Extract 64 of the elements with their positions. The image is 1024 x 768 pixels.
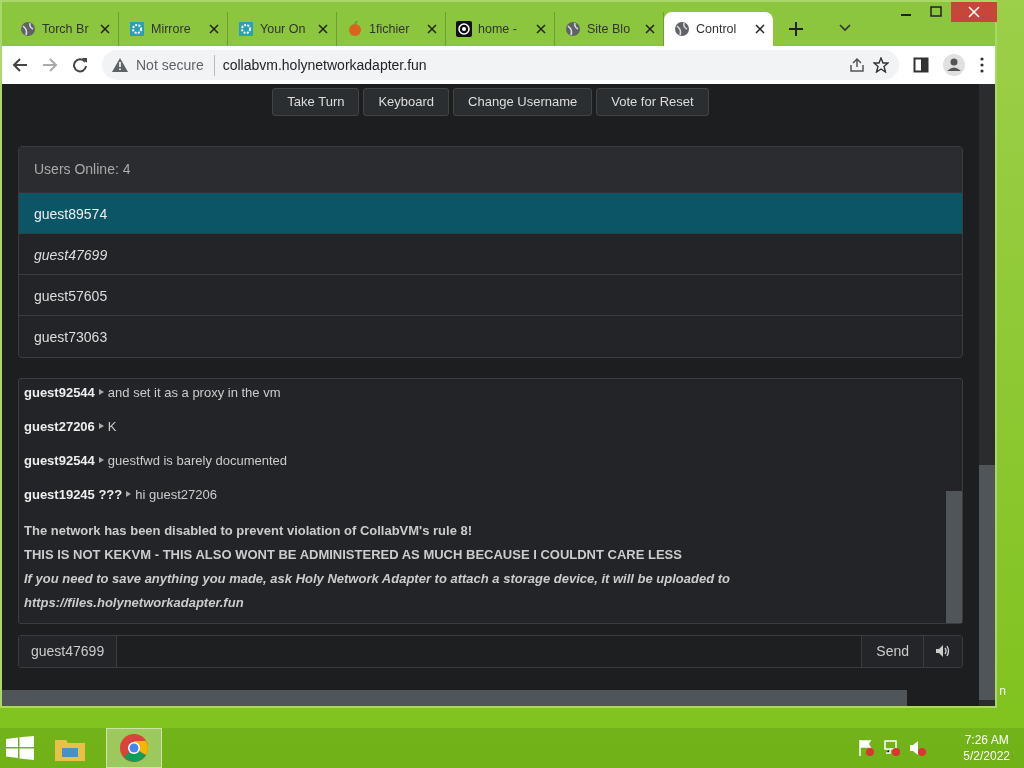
chat-message: K	[107, 417, 117, 436]
windows-icon[interactable]	[6, 736, 34, 760]
close-icon[interactable]	[427, 24, 437, 34]
vm-button[interactable]: Change Username	[453, 88, 593, 116]
gear-icon	[129, 21, 145, 37]
chat-message: and set it as a proxy in the vm	[107, 383, 281, 402]
address-bar[interactable]: Not secure collabvm.holynetworkadapter.fun	[102, 50, 899, 80]
close-icon[interactable]	[645, 24, 655, 34]
user-item[interactable]: guest73063	[19, 315, 962, 357]
chat-username: guest92544	[24, 383, 95, 402]
scrollbar-thumb[interactable]	[2, 690, 907, 706]
vm-button[interactable]: Vote for Reset	[596, 88, 709, 116]
user-item[interactable]: guest89574	[19, 192, 962, 234]
user-item[interactable]: guest47699	[19, 233, 962, 275]
scrollbar-thumb[interactable]	[979, 465, 995, 700]
speaker-icon[interactable]	[909, 739, 928, 757]
notice-line: If you need to save anything you made, ask Holy Network Adapter to attach a storage device, it will be uploaded to	[24, 569, 731, 588]
url-text: collabvm.holynetworkadapter.fun	[222, 55, 428, 75]
flag-icon[interactable]	[857, 739, 876, 757]
back-icon[interactable]	[12, 57, 28, 73]
chrome-icon[interactable]	[119, 733, 149, 763]
close-icon[interactable]	[755, 24, 765, 34]
users-heading: Users Online: 4	[19, 146, 962, 193]
share-icon[interactable]	[849, 57, 865, 73]
notice-line: THIS IS NOT KEKVM - THIS ALSO WONT BE ADMINISTERED AS MUCH BECAUSE I COULDNT CARE LESS	[24, 545, 683, 564]
chat-username: guest27206	[24, 417, 95, 436]
desktop-icon-label: n	[999, 683, 1006, 700]
reload-icon[interactable]	[72, 57, 88, 73]
chat-username: guest19245 ???	[24, 485, 123, 504]
scrollbar-thumb[interactable]	[946, 490, 962, 623]
warning-icon	[112, 58, 128, 72]
spiral-icon	[456, 21, 472, 37]
profile-icon[interactable]	[943, 54, 965, 76]
chat-message: guestfwd is barely documented	[107, 451, 288, 470]
arrow-icon	[98, 388, 104, 395]
menu-icon[interactable]	[979, 57, 985, 73]
chevron-down-icon[interactable]	[839, 24, 851, 32]
globe-icon	[20, 21, 36, 37]
chat-username: guest92544	[24, 451, 95, 470]
arrow-icon	[126, 490, 132, 497]
notice-line: https://files.holynetworkadapter.fun	[24, 593, 245, 612]
vm-button[interactable]: Keyboard	[363, 88, 450, 116]
close-icon[interactable]	[209, 24, 219, 34]
network-icon[interactable]	[883, 739, 902, 757]
arrow-icon	[98, 422, 104, 429]
close-icon[interactable]	[318, 24, 328, 34]
notice-line: The network has been disabled to prevent violation of CollabVM's rule 8!	[24, 521, 474, 540]
star-icon[interactable]	[873, 57, 889, 73]
globe-icon	[565, 21, 581, 37]
sidebar-icon[interactable]	[913, 57, 929, 73]
browser-tab[interactable]: Control	[664, 12, 773, 46]
security-label: Not secure	[136, 54, 215, 76]
clock-date: 5/2/2022	[963, 748, 1010, 764]
user-item[interactable]: guest57605	[19, 274, 962, 316]
arrow-icon	[98, 456, 104, 463]
close-icon[interactable]	[100, 24, 110, 34]
fruit-icon	[347, 21, 363, 37]
clock-time: 7:26 AM	[963, 732, 1010, 748]
close-icon[interactable]	[536, 24, 546, 34]
plus-icon[interactable]	[789, 22, 803, 36]
gear-icon	[238, 21, 254, 37]
globe-icon	[674, 21, 690, 37]
chat-message: hi guest27206	[135, 485, 217, 504]
vm-button[interactable]: Take Turn	[272, 88, 360, 116]
